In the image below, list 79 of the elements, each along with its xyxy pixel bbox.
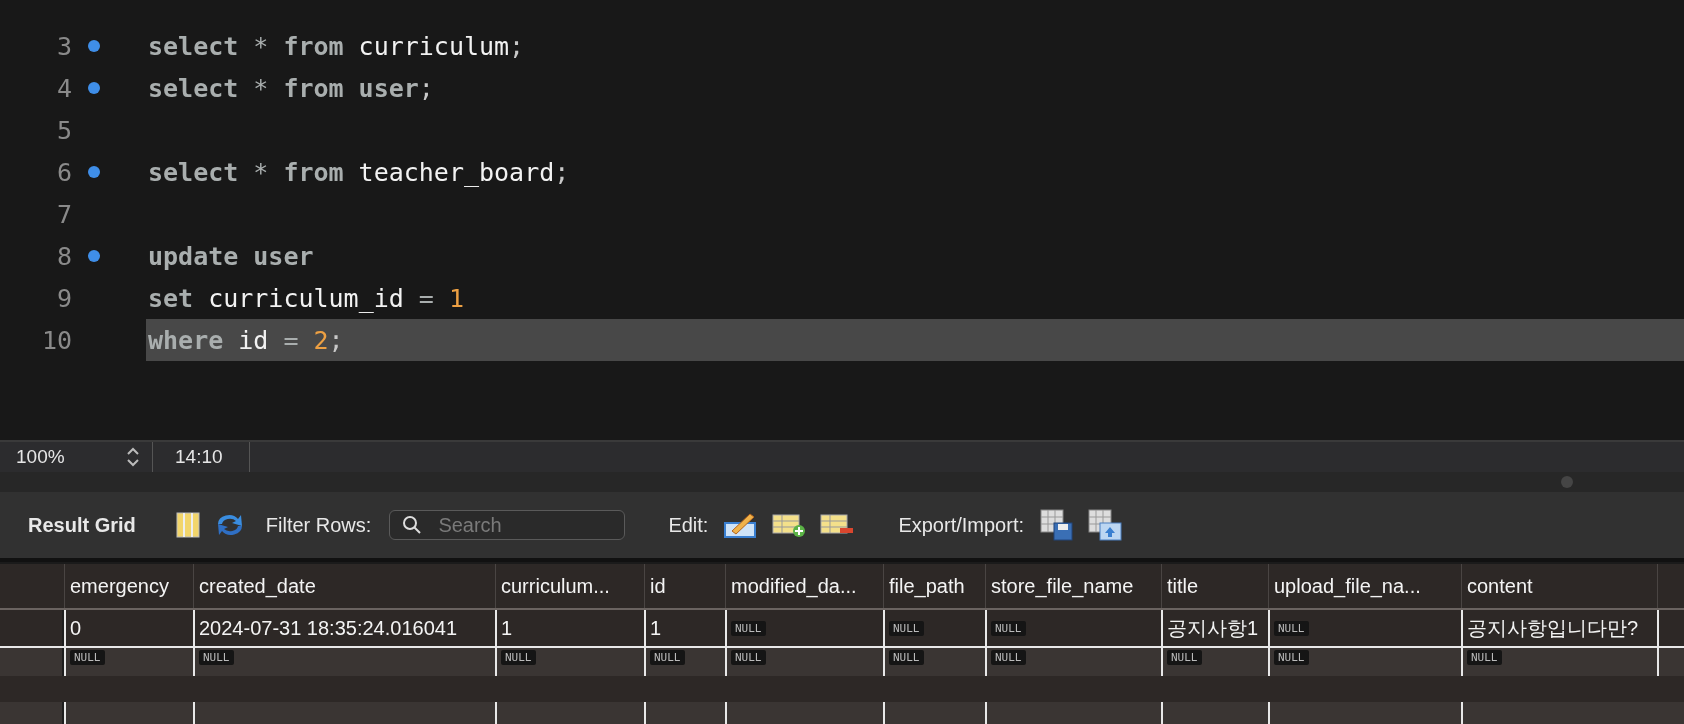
line-number: 3 [55, 31, 72, 61]
null-badge: NULL [889, 650, 924, 665]
code-token: ; [509, 31, 525, 61]
export-import-label: Export/Import: [898, 513, 1024, 537]
code-token: user [358, 73, 419, 103]
null-badge: NULL [1467, 650, 1502, 665]
null-badge: NULL [889, 620, 924, 636]
zoom-level: 100% [15, 446, 66, 468]
code-token: curriculum_id [208, 283, 404, 313]
column-header[interactable]: title [1161, 564, 1268, 608]
code-token: where [148, 325, 224, 355]
code-token: 1 [448, 283, 464, 313]
line-number: 9 [55, 283, 72, 313]
null-badge: NULL [1274, 620, 1309, 636]
edit-label: Edit: [668, 513, 709, 537]
columns-icon[interactable] [175, 512, 200, 538]
null-badge: NULL [70, 650, 105, 665]
search-field[interactable]: Search [389, 510, 626, 540]
table-cell: 1 [501, 616, 513, 640]
code-token: * [253, 157, 269, 187]
null-badge: NULL [1274, 650, 1309, 665]
null-badge: NULL [1167, 650, 1202, 665]
search-icon [402, 515, 423, 535]
table-cell-text: 공지사항1 [1167, 615, 1259, 641]
code-token: user [253, 241, 314, 271]
null-badge: NULL [991, 620, 1026, 636]
column-header[interactable]: modified_da... [725, 564, 883, 608]
code-token: curriculum [358, 31, 510, 61]
code-token: teacher_board [358, 157, 555, 187]
column-header[interactable]: upload_file_na... [1268, 564, 1461, 608]
null-badge: NULL [501, 650, 536, 665]
line-number: 8 [55, 241, 72, 271]
code-token: select [148, 157, 239, 187]
code-token: set [148, 283, 194, 313]
line-number: 10 [40, 325, 72, 355]
column-header[interactable]: curriculum... [495, 564, 644, 608]
line-number: 7 [55, 199, 72, 229]
code-token: = [283, 325, 299, 355]
table-cell: 1 [650, 616, 662, 640]
code-token: 2 [313, 325, 329, 355]
filter-rows-label: Filter Rows: [265, 513, 372, 537]
result-grid-label: Result Grid [28, 513, 136, 537]
null-badge: NULL [731, 620, 766, 636]
column-header[interactable]: store_file_name [985, 564, 1161, 608]
code-token: from [283, 73, 344, 103]
code-token: select [148, 31, 239, 61]
null-badge: NULL [650, 650, 685, 665]
column-header[interactable]: file_path [883, 564, 985, 608]
null-badge: NULL [199, 650, 234, 665]
table-cell: 0 [70, 616, 82, 640]
stepper-icon[interactable] [126, 446, 140, 468]
code-token: update [148, 241, 239, 271]
code-token: from [283, 157, 344, 187]
code-token: ; [328, 325, 344, 355]
code-token: = [418, 283, 434, 313]
code-token: from [283, 31, 344, 61]
null-badge: NULL [991, 650, 1026, 665]
code-token: * [253, 73, 269, 103]
table-cell: 2024-07-31 18:35:24.016041 [199, 616, 457, 640]
code-token: ; [418, 73, 434, 103]
line-number: 5 [55, 115, 72, 145]
code-token: ; [554, 157, 570, 187]
export-icon[interactable] [1040, 509, 1074, 541]
table-cell-text: 공지사항입니다만? [1467, 615, 1639, 641]
add-row-icon[interactable] [772, 512, 807, 538]
code-token: select [148, 73, 239, 103]
code-token: * [253, 31, 269, 61]
edit-cell-icon[interactable] [724, 511, 759, 539]
splitter-handle[interactable] [1561, 476, 1573, 488]
code-token: id [238, 325, 269, 355]
null-badge: NULL [731, 650, 766, 665]
column-header[interactable]: content [1461, 564, 1657, 608]
import-icon[interactable] [1088, 509, 1122, 541]
column-header[interactable]: id [644, 564, 725, 608]
cursor-position: 14:10 [174, 446, 224, 468]
line-number: 6 [55, 157, 72, 187]
line-number: 4 [55, 73, 72, 103]
column-header[interactable]: created_date [193, 564, 495, 608]
column-header[interactable]: emergency [64, 564, 193, 608]
